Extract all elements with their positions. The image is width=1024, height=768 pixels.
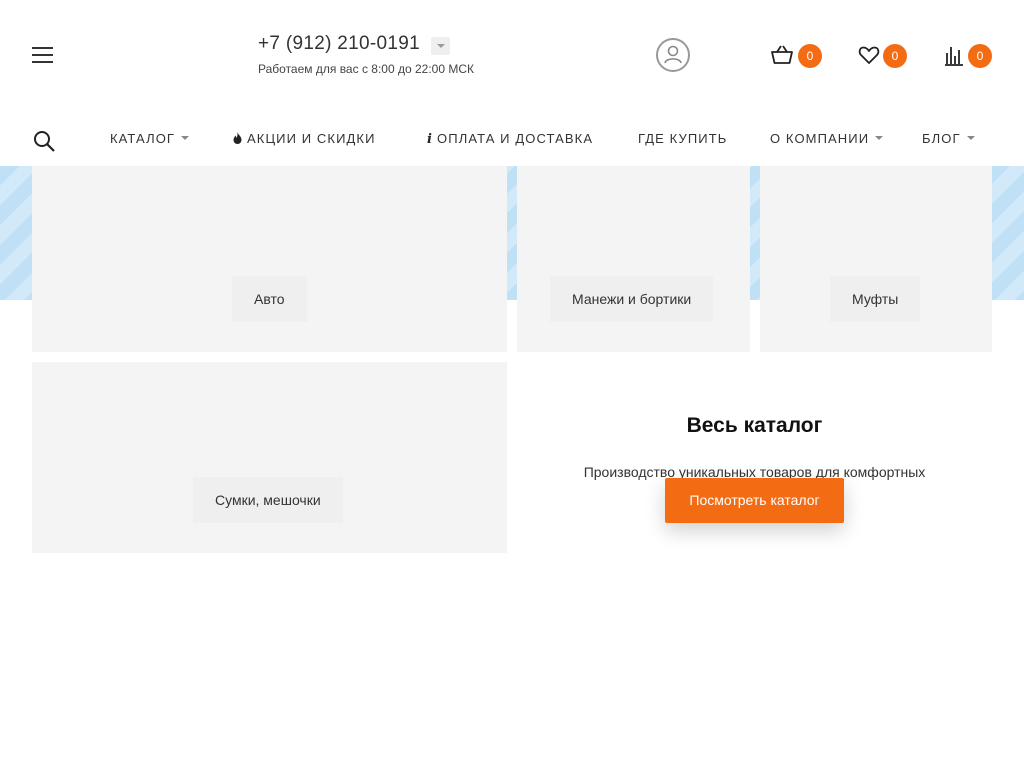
category-tile-playpens[interactable]: Манежи и бортики xyxy=(517,166,750,352)
info-icon: i xyxy=(427,132,434,147)
basket-icon xyxy=(771,45,793,64)
nav-about[interactable]: О КОМПАНИИ xyxy=(770,131,884,147)
category-label: Манежи и бортики xyxy=(550,276,714,322)
category-label: Муфты xyxy=(830,276,921,322)
wishlist-count-badge: 0 xyxy=(883,44,907,68)
category-tile-muffs[interactable]: Муфты xyxy=(760,166,992,352)
nav-where-to-buy[interactable]: ГДЕ КУПИТЬ xyxy=(638,131,727,147)
cart-count-badge: 0 xyxy=(798,44,822,68)
chevron-down-icon xyxy=(966,136,975,140)
nav-blog-label: БЛОГ xyxy=(922,131,961,146)
nav-catalog-label: КАТАЛОГ xyxy=(110,131,176,146)
chevron-down-icon xyxy=(181,136,190,140)
compare-count-badge: 0 xyxy=(968,44,992,68)
phone-dropdown-button[interactable] xyxy=(431,37,450,55)
nav-sales-label: АКЦИИ И СКИДКИ xyxy=(247,131,376,146)
category-tile-auto[interactable]: Авто xyxy=(32,166,507,352)
fire-icon xyxy=(232,131,243,146)
search-icon[interactable] xyxy=(33,130,55,152)
catalog-promo: Весь каталог Производство уникальных тов… xyxy=(517,362,992,553)
nav-catalog[interactable]: КАТАЛОГ xyxy=(110,131,190,147)
chevron-down-icon xyxy=(875,136,884,140)
nav-where-to-buy-label: ГДЕ КУПИТЬ xyxy=(638,131,728,146)
nav-payment-delivery-label: ОПЛАТА И ДОСТАВКА xyxy=(437,131,594,146)
nav-blog[interactable]: БЛОГ xyxy=(922,131,975,147)
menu-icon[interactable] xyxy=(32,47,53,63)
nav-sales[interactable]: АКЦИИ И СКИДКИ xyxy=(232,131,376,147)
work-hours: Работаем для вас с 8:00 до 22:00 МСК xyxy=(258,62,474,76)
category-label: Сумки, мешочки xyxy=(193,477,343,523)
category-tile-bags[interactable]: Сумки, мешочки xyxy=(32,362,507,553)
catalog-title: Весь каталог xyxy=(686,414,823,437)
nav-about-label: О КОМПАНИИ xyxy=(770,131,870,146)
heart-icon xyxy=(858,46,880,64)
compare-chart-icon xyxy=(945,47,963,66)
wishlist-button[interactable] xyxy=(857,43,881,67)
category-label: Авто xyxy=(232,276,307,322)
cart-button[interactable] xyxy=(770,43,794,67)
nav-payment-delivery[interactable]: i ОПЛАТА И ДОСТАВКА xyxy=(427,131,593,147)
user-account-button[interactable] xyxy=(656,38,690,72)
compare-button[interactable] xyxy=(942,43,966,67)
phone-number[interactable]: +7 (912) 210-0191 xyxy=(258,33,420,55)
user-icon xyxy=(664,45,682,64)
view-catalog-button[interactable]: Посмотреть каталог xyxy=(665,478,844,523)
